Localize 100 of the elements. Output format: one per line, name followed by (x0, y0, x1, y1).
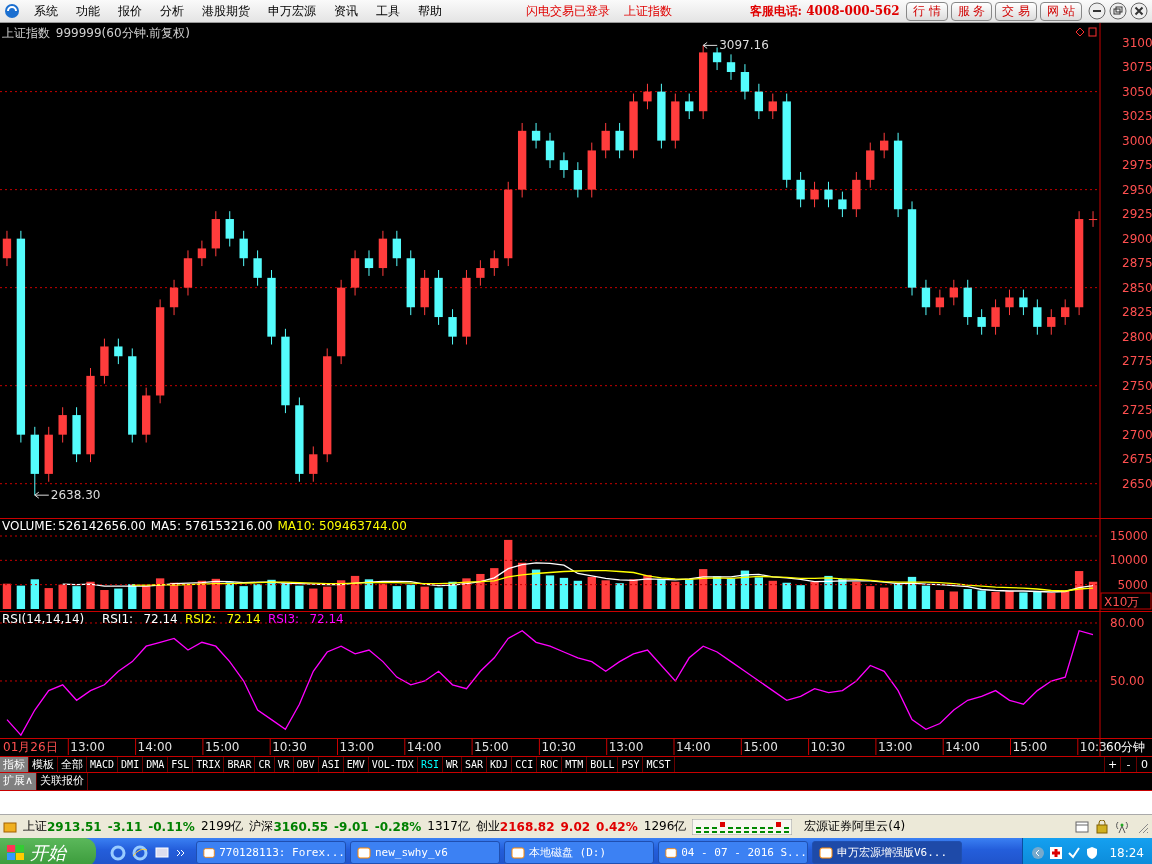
zoom-button[interactable]: - (1120, 757, 1136, 772)
indicator-tab[interactable]: FSL (168, 757, 194, 772)
legend-text: VOLUME: (2, 519, 57, 533)
axis-label: 5000 (1117, 577, 1148, 592)
indicator-tab[interactable]: SAR (462, 757, 488, 772)
panel-tab[interactable]: 模板 (29, 757, 58, 772)
axis-label: 2925 (1122, 207, 1152, 222)
status-link[interactable]: 闪电交易已登录 (526, 2, 610, 20)
legend-text: 526142656.00 (58, 519, 146, 533)
axis-label: 15000 (1109, 529, 1148, 543)
indicator-tab[interactable]: TRIX (193, 757, 225, 772)
legend-text: 576153216.00 (184, 519, 273, 533)
axis-label: 3100 (1122, 35, 1152, 50)
indicator-tab[interactable]: DMI (118, 757, 144, 772)
menu-item[interactable]: 系统 (26, 2, 68, 20)
clock: 18:24 (1109, 845, 1144, 860)
legend-text: RSI1: (101, 612, 134, 626)
hotline-text: 客服电话: 4008-000-562 (749, 2, 900, 20)
index-value: 2913.51 (47, 819, 102, 834)
axis-label: 3075 (1122, 60, 1152, 75)
indicator-tab[interactable]: RSI (417, 757, 443, 772)
period-label[interactable]: 60分钟 (1106, 740, 1146, 754)
panel-tab[interactable]: 扩展∧ (0, 773, 38, 790)
menu-item[interactable]: 报价 (110, 2, 152, 20)
time-label: 10:30 (810, 740, 846, 754)
legend-text: 999999(60分钟.前复权) (55, 26, 191, 40)
indicator-tab[interactable]: ASI (318, 757, 344, 772)
index-name: 沪深 (249, 818, 274, 835)
zoom-button[interactable]: 0 (1136, 757, 1152, 772)
menu-item[interactable]: 申万宏源 (260, 2, 326, 20)
time-label: 10:30 (272, 740, 307, 754)
taskbar-button[interactable]: 04 - 07 - 2016 S... (658, 841, 808, 864)
indicator-tab[interactable]: PSY (618, 757, 644, 772)
indicator-tab[interactable]: MACD (87, 757, 119, 772)
menu-item[interactable]: 港股期货 (194, 2, 260, 20)
unit-label: X10万 (1100, 592, 1152, 610)
indicator-tab[interactable]: CR (255, 757, 275, 772)
axis-label: 2725 (1122, 403, 1152, 418)
menu-item[interactable]: 资讯 (326, 2, 368, 20)
time-label: 14:00 (137, 740, 173, 754)
indicator-tab[interactable]: MTM (562, 757, 588, 772)
status-link[interactable]: 上证指数 (624, 2, 672, 20)
time-label: 15:00 (474, 740, 509, 754)
panel-tab[interactable]: 全部 (58, 757, 87, 772)
taskbar-button[interactable]: 本地磁盘 (D:) (504, 841, 654, 864)
axis-label: 2750 (1122, 378, 1152, 393)
nav-button[interactable]: 交 易 (995, 1, 1038, 21)
index-name: 上证 (23, 818, 47, 835)
panel-tab[interactable]: 关联报价 (37, 773, 89, 790)
menu-item[interactable]: 工具 (368, 2, 410, 20)
index-percent: -0.11% (148, 819, 195, 834)
time-label: 14:00 (406, 740, 442, 754)
time-label: 13:00 (608, 740, 644, 754)
legend-text: MA5: (150, 519, 181, 533)
indicator-tab[interactable]: KDJ (487, 757, 513, 772)
index-value: 3160.55 (273, 819, 329, 834)
axis-label: 3000 (1122, 133, 1152, 148)
index-change: 9.02 (560, 819, 591, 834)
indicator-tab[interactable]: CCI (512, 757, 538, 772)
index-value: 2168.82 (499, 819, 555, 834)
nav-button[interactable]: 行 情 (905, 1, 948, 21)
legend-text: 上证指数 (2, 26, 50, 40)
indicator-tab[interactable]: OBV (293, 757, 319, 772)
panel-tab[interactable]: 指标 (0, 757, 29, 772)
axis-label: 2950 (1122, 182, 1152, 197)
taskbar-button[interactable]: new_swhy_v6 (350, 841, 500, 864)
indicator-tab[interactable]: VR (274, 757, 294, 772)
index-percent: -0.28% (374, 819, 422, 834)
nav-button[interactable]: 网 站 (1040, 1, 1082, 21)
time-label: 13:00 (339, 740, 375, 754)
time-label: 15:00 (204, 740, 240, 754)
menu-item[interactable]: 分析 (152, 2, 194, 20)
zoom-button[interactable]: + (1104, 757, 1120, 772)
indicator-tab[interactable]: EMV (343, 757, 369, 772)
indicator-tab[interactable]: ROC (537, 757, 563, 772)
price-annotation: 2638.30 (50, 488, 101, 503)
indicator-tab[interactable]: MCST (643, 757, 675, 772)
time-label: 10:30 (541, 740, 576, 754)
time-label: 13:00 (877, 740, 913, 754)
axis-label: 2900 (1122, 231, 1152, 246)
indicator-tab[interactable]: DMA (143, 757, 169, 772)
taskbar-button[interactable]: 申万宏源增强版V6... (812, 841, 962, 864)
menu-item[interactable]: 帮助 (410, 2, 452, 20)
legend-text: MA10: (277, 519, 316, 533)
axis-label: 2825 (1122, 305, 1152, 320)
index-amount: 1317亿 (427, 818, 470, 835)
time-label: 13:00 (70, 740, 105, 754)
indicator-tab[interactable]: BOLL (587, 757, 619, 772)
axis-label: 3050 (1122, 84, 1152, 99)
nav-button[interactable]: 服 务 (950, 1, 993, 21)
indicator-tab[interactable]: VOL-TDX (368, 757, 418, 772)
taskbar-button[interactable]: 770128113: Forex... (196, 841, 346, 864)
time-label: 10:3 (1079, 740, 1107, 754)
index-change: -9.01 (334, 819, 369, 834)
legend-text: 72.14 (143, 612, 178, 626)
indicator-tab[interactable]: BRAR (224, 757, 256, 772)
indicator-tab[interactable]: WR (442, 757, 462, 772)
axis-label: 2675 (1122, 452, 1152, 467)
menu-item[interactable]: 功能 (68, 2, 110, 20)
time-label: 14:00 (945, 740, 980, 754)
